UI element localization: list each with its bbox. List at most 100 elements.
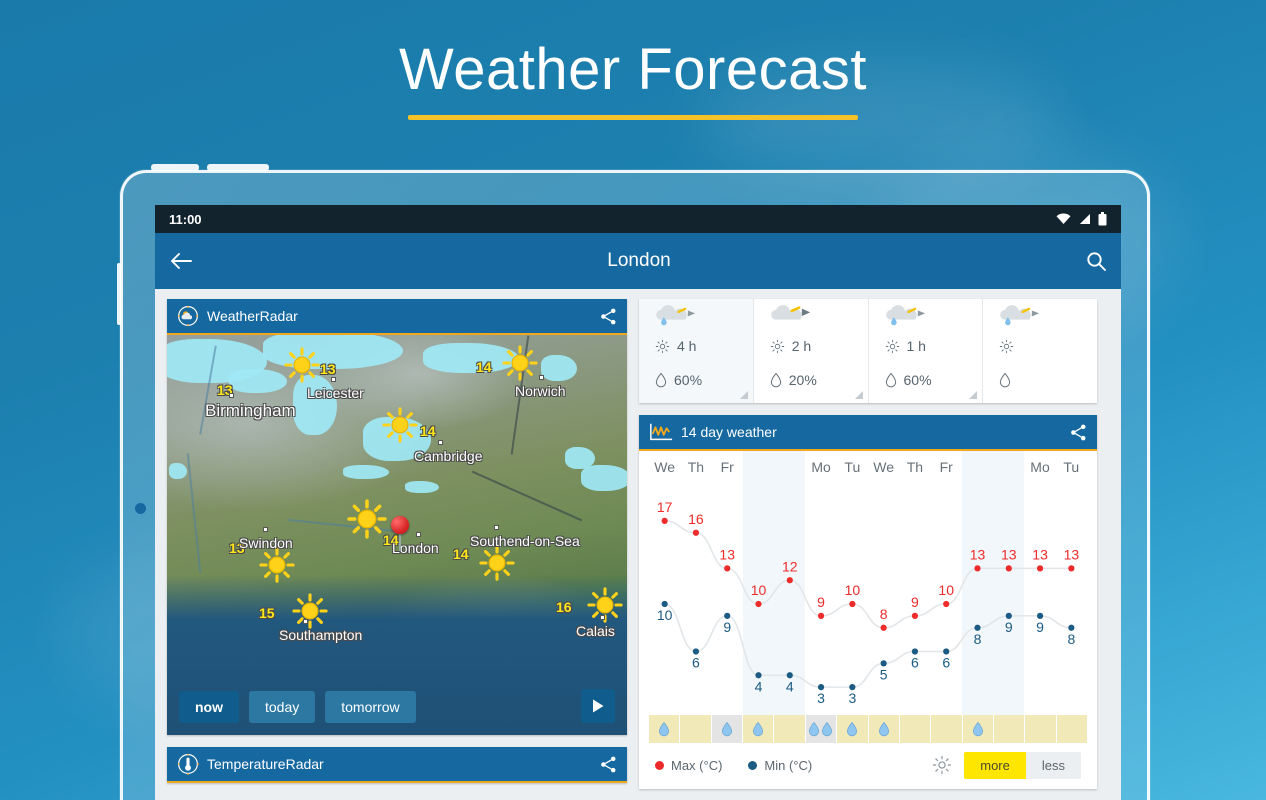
city-marker-dot [438, 440, 443, 445]
data-point-label: 4 [786, 678, 794, 694]
data-point [817, 612, 825, 619]
expand-corner-icon[interactable] [739, 391, 748, 399]
day-label: Tu [844, 459, 861, 475]
sun-hours-value: 1 h [906, 338, 926, 354]
data-point-label: 13 [719, 546, 735, 562]
sun-hours-icon [655, 339, 670, 354]
precipitation-row [649, 715, 1088, 743]
sunshine-hours-row: 4 h [639, 329, 753, 363]
city-marker-dot [416, 532, 421, 537]
side-button[interactable] [117, 263, 121, 325]
share-icon[interactable] [600, 308, 617, 325]
sunny-weather-icon [347, 499, 387, 539]
day-label: Mo [811, 459, 831, 475]
weather-radar-icon [177, 305, 199, 327]
detail-toggle[interactable]: more less [964, 751, 1081, 779]
data-point [943, 600, 950, 608]
legend-label: Min (°C) [764, 757, 813, 773]
front-camera [135, 503, 146, 514]
toggle-less[interactable]: less [1025, 751, 1081, 779]
rain-drop-icon [721, 721, 733, 737]
city-temperature: 13 [320, 361, 336, 377]
series-line [664, 520, 1072, 629]
legend-dot [655, 760, 664, 770]
data-point-label: 8 [1067, 631, 1075, 647]
rain-drop-icon [972, 721, 984, 737]
map-time-button-today[interactable]: today [249, 691, 316, 723]
sun-hours-icon [770, 339, 785, 354]
precipitation-cell [931, 715, 963, 743]
title-underline [408, 114, 858, 120]
sunny-weather-icon [259, 547, 295, 583]
data-point-label: 10 [938, 582, 954, 598]
expand-corner-icon[interactable] [969, 391, 978, 399]
volume-button[interactable] [151, 164, 199, 171]
hourly-cell[interactable]: 4 h 60% [639, 299, 754, 403]
sun-hours-icon [999, 339, 1014, 354]
search-icon[interactable] [1085, 250, 1107, 272]
data-point-label: 3 [848, 690, 856, 706]
hourly-forecast-strip[interactable]: 4 h 60% 2 h 20% 1 h 60% [639, 299, 1097, 403]
weather-condition-icon [754, 303, 868, 329]
precipitation-blob [581, 465, 627, 491]
app-bar-title: London [607, 250, 671, 271]
data-point-label: 9 [1036, 619, 1044, 635]
hourly-cell[interactable]: 1 h 60% [869, 299, 984, 403]
city-temperature: 14 [420, 423, 436, 439]
precipitation-cell [743, 715, 775, 743]
precipitation-blob [169, 463, 187, 479]
city-temperature: 15 [259, 605, 275, 621]
temperature-plot: 17 16 13 10 12 9 10 8 9 10 13 13 13 13 10 6 9 4 4 3 3 5 6 6 8 9 9 8 [649, 451, 1087, 715]
play-icon[interactable] [581, 689, 615, 723]
precipitation-blob [343, 465, 389, 479]
city-temperature: 14 [453, 546, 469, 562]
data-point-label: 9 [911, 594, 919, 610]
share-icon[interactable] [600, 756, 617, 773]
data-point-label: 13 [1032, 546, 1048, 562]
city-label: Cambridge [414, 448, 483, 464]
rain-probability-icon [999, 372, 1011, 388]
device-screen: 11:00 London WeatherRadar 13 Birmingham … [155, 205, 1121, 800]
precipitation-cell [1056, 715, 1088, 743]
expand-corner-icon[interactable] [854, 391, 863, 399]
legend-dot [748, 760, 758, 770]
map-time-button-tomorrow[interactable]: tomorrow [325, 691, 416, 723]
data-point-label: 9 [817, 594, 825, 610]
right-column: 4 h 60% 2 h 20% 1 h 60% 14 day weather W… [639, 299, 1097, 800]
rain-drop-icon [821, 721, 833, 737]
toggle-more[interactable]: more [964, 751, 1026, 779]
day-label: Tu [1063, 459, 1080, 475]
precipitation-cell [837, 715, 869, 743]
day-label: Fr [939, 459, 953, 475]
tablet-frame: 11:00 London WeatherRadar 13 Birmingham … [117, 164, 1150, 800]
precipitation-cell [993, 715, 1026, 743]
data-point-label: 8 [880, 606, 888, 622]
weather-condition-icon [869, 303, 983, 329]
precipitation-cell [899, 715, 932, 743]
power-button[interactable] [207, 164, 269, 171]
data-point-label: 12 [782, 558, 798, 574]
hourly-cell[interactable]: 2 h 20% [754, 299, 869, 403]
city-marker-dot [331, 377, 336, 382]
data-point-label: 10 [657, 607, 673, 623]
city-marker-dot [303, 619, 308, 624]
radar-map[interactable]: 13 Birmingham 13 Leicester 14 Norwich 14 Cam… [167, 335, 627, 735]
map-time-button-now[interactable]: now [179, 691, 239, 723]
city-temperature: 16 [556, 599, 572, 615]
hourly-cell[interactable] [983, 299, 1097, 403]
city-label: Swindon [239, 535, 293, 551]
data-point-label: 6 [942, 655, 950, 671]
share-icon[interactable] [1070, 424, 1087, 441]
forecast-card-header: 14 day weather [639, 415, 1097, 451]
data-point-label: 8 [974, 631, 982, 647]
sun-hours-value: 4 h [677, 338, 697, 354]
data-point-label: 5 [880, 666, 888, 682]
back-arrow-icon[interactable] [169, 251, 193, 271]
forecast-card: 14 day weather WeThFrSaSuMoTuWeThFrSaSuM… [639, 415, 1097, 789]
city-marker-dot [494, 525, 499, 530]
city-marker-dot [263, 527, 268, 532]
data-point-label: 10 [751, 582, 767, 598]
temperature-radar-card: TemperatureRadar [167, 747, 627, 783]
data-point [692, 529, 700, 536]
data-point-label: 6 [911, 655, 919, 671]
